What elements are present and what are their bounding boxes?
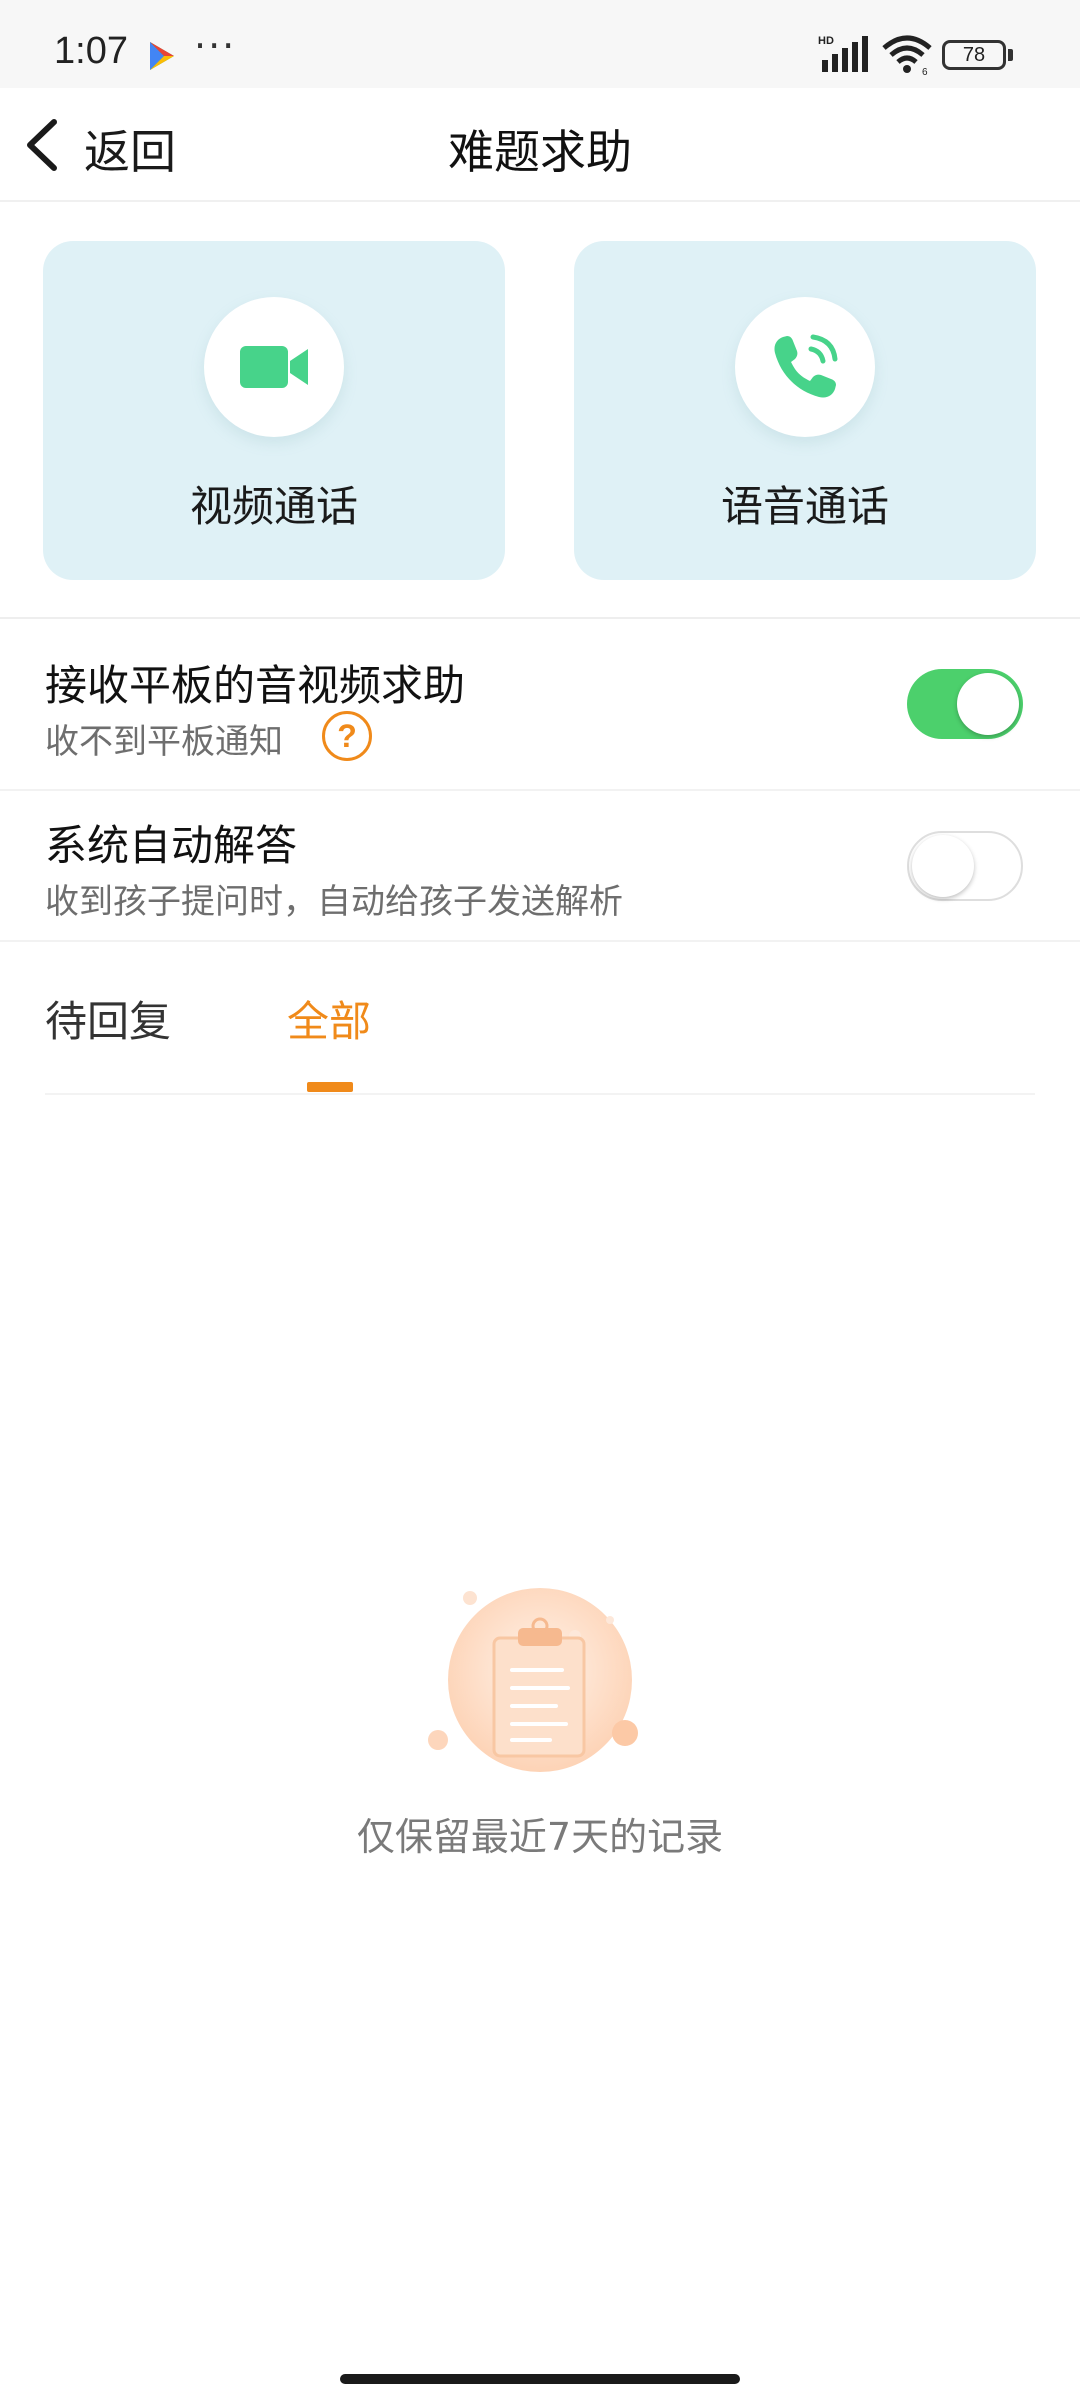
tab-pending[interactable]: 待回复 xyxy=(45,988,171,1049)
tab-divider xyxy=(45,1093,1035,1095)
setting-subtitle-tablet-help: 收不到平板通知 xyxy=(45,722,283,762)
svg-text:6: 6 xyxy=(922,67,928,76)
toggle-knob xyxy=(957,673,1019,735)
home-indicator[interactable] xyxy=(340,2374,740,2384)
row-divider xyxy=(0,789,1080,791)
setting-subtitle-auto-answer: 收到孩子提问时，自动给孩子发送解析 xyxy=(45,882,623,922)
battery-level: 78 xyxy=(962,43,986,66)
video-icon-circle xyxy=(204,297,344,437)
voice-call-card[interactable]: 语音通话 xyxy=(574,241,1036,580)
page-title: 难题求助 xyxy=(448,125,632,179)
back-button[interactable]: 返回 xyxy=(84,116,176,182)
nav-divider xyxy=(0,200,1080,202)
tab-all[interactable]: 全部 xyxy=(287,988,371,1049)
battery-tip xyxy=(1008,49,1013,61)
status-time: 1:07 xyxy=(54,30,128,72)
status-bar: 1:07 ··· HD 6 78 xyxy=(0,0,1080,88)
play-store-icon xyxy=(150,42,174,70)
voice-call-label: 语音通话 xyxy=(720,482,889,531)
wifi-icon: 6 xyxy=(882,35,932,76)
nav-bar: 返回 难题求助 xyxy=(0,88,1080,200)
auto-answer-toggle[interactable] xyxy=(907,831,1023,901)
setting-title-tablet-help: 接收平板的音视频求助 xyxy=(45,661,466,710)
empty-state-message: 仅保留最近7天的记录 xyxy=(356,1815,724,1859)
back-arrow-icon[interactable] xyxy=(18,116,66,174)
empty-clipboard-icon xyxy=(428,1588,638,1772)
video-camera-icon xyxy=(240,346,308,388)
help-question-icon[interactable]: ? xyxy=(322,711,372,761)
video-call-label: 视频通话 xyxy=(189,482,358,531)
hd-signal-icon: HD xyxy=(818,35,868,72)
row-divider xyxy=(0,940,1080,942)
tab-active-indicator xyxy=(307,1082,353,1092)
toggle-knob xyxy=(912,835,974,897)
video-call-card[interactable]: 视频通话 xyxy=(43,241,505,580)
battery-icon: 78 xyxy=(942,40,1006,70)
voice-icon-circle xyxy=(735,297,875,437)
setting-title-auto-answer: 系统自动解答 xyxy=(45,821,298,870)
tablet-help-toggle[interactable] xyxy=(907,669,1023,739)
status-more-icon: ··· xyxy=(194,24,237,68)
section-divider xyxy=(0,617,1080,619)
phone-icon xyxy=(774,334,838,398)
svg-text:HD: HD xyxy=(818,35,834,47)
